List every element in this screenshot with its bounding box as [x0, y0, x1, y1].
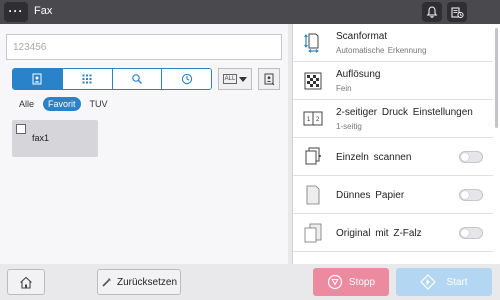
option-label: Einzeln scannen: [336, 152, 412, 163]
option-thin-paper[interactable]: Dünnes Papier: [293, 176, 493, 214]
tab-keypad[interactable]: [62, 69, 113, 89]
settings-panel: Scanformat Automatische Erkennung Auflös…: [292, 24, 500, 264]
filter-all[interactable]: Alle: [16, 98, 37, 110]
bottom-bar: Zurücksetzen Stopp Start: [0, 264, 500, 300]
address-filter-bar: Alle Favorit TUV: [16, 97, 111, 111]
tab-search[interactable]: [112, 69, 163, 89]
tab-history[interactable]: [162, 69, 211, 89]
menu-button[interactable]: ···: [4, 2, 28, 22]
start-icon: [420, 274, 437, 290]
option-resolution[interactable]: Auflösung Fein: [293, 62, 493, 100]
reset-button-label: Zurücksetzen: [116, 276, 178, 288]
address-entry-name: fax1: [32, 133, 50, 143]
reset-button[interactable]: Zurücksetzen: [97, 269, 181, 295]
filter-favorite[interactable]: Favorit: [43, 97, 81, 111]
option-label: Auflösung: [336, 69, 381, 80]
stop-button[interactable]: Stopp: [313, 268, 389, 296]
thin-paper-icon: [302, 184, 324, 206]
add-address-icon: [264, 73, 275, 85]
separate-scan-icon: [302, 146, 324, 168]
option-duplex-settings[interactable]: 1 2 2-seitiger Druck Einstellungen 1-sei…: [293, 100, 493, 138]
z-fold-toggle[interactable]: [459, 227, 483, 239]
stop-icon: [327, 274, 343, 290]
option-label: Scanformat: [336, 31, 388, 42]
address-entry[interactable]: fax1: [12, 120, 98, 157]
stop-button-label: Stopp: [348, 276, 376, 288]
start-button-label: Start: [446, 276, 468, 288]
home-icon: [20, 276, 32, 289]
scan-format-icon: [302, 32, 324, 54]
job-status-button[interactable]: [447, 2, 467, 22]
search-tab-group: [12, 68, 212, 90]
keypad-icon: [82, 74, 92, 84]
caret-down-icon: [239, 76, 248, 82]
option-scan-format[interactable]: Scanformat Automatische Erkennung: [293, 24, 493, 62]
history-clock-icon: [181, 73, 192, 85]
address-book-icon: [32, 73, 42, 85]
option-value: Fein: [336, 84, 352, 93]
settings-scrollbar[interactable]: [495, 28, 498, 128]
destination-panel: ALL Alle Favorit TUV fax1: [0, 24, 288, 264]
reset-brush-icon: [102, 277, 111, 287]
option-separate-scan[interactable]: Einzeln scannen: [293, 138, 493, 176]
index-dropdown[interactable]: ALL: [218, 68, 252, 90]
option-value: 1-seitig: [336, 122, 362, 131]
address-entry-checkbox[interactable]: [16, 124, 26, 134]
filter-tuv[interactable]: TUV: [87, 98, 111, 110]
bell-icon: [426, 6, 438, 18]
resolution-icon: [302, 70, 324, 92]
option-z-fold[interactable]: Original mit Z-Falz: [293, 214, 493, 252]
thin-paper-toggle[interactable]: [459, 189, 483, 201]
z-fold-icon: [302, 222, 324, 244]
job-list-icon: [451, 7, 464, 18]
notification-button[interactable]: [422, 2, 442, 22]
destination-input[interactable]: [6, 34, 282, 60]
index-selected-value: ALL: [222, 74, 238, 84]
search-icon: [132, 74, 142, 84]
option-label: Dünnes Papier: [336, 190, 405, 201]
home-button[interactable]: [7, 269, 45, 295]
title-bar: ··· Fax: [0, 0, 500, 24]
separate-scan-toggle[interactable]: [459, 151, 483, 163]
option-label: 2-seitiger Druck Einstellungen: [336, 107, 473, 118]
duplex-icon: 1 2: [302, 108, 324, 130]
option-value: Automatische Erkennung: [336, 46, 427, 55]
option-label: Original mit Z-Falz: [336, 228, 422, 239]
register-address-button[interactable]: [258, 68, 280, 90]
start-button[interactable]: Start: [396, 268, 492, 296]
page-title: Fax: [34, 5, 53, 17]
tab-address-book[interactable]: [13, 69, 63, 89]
